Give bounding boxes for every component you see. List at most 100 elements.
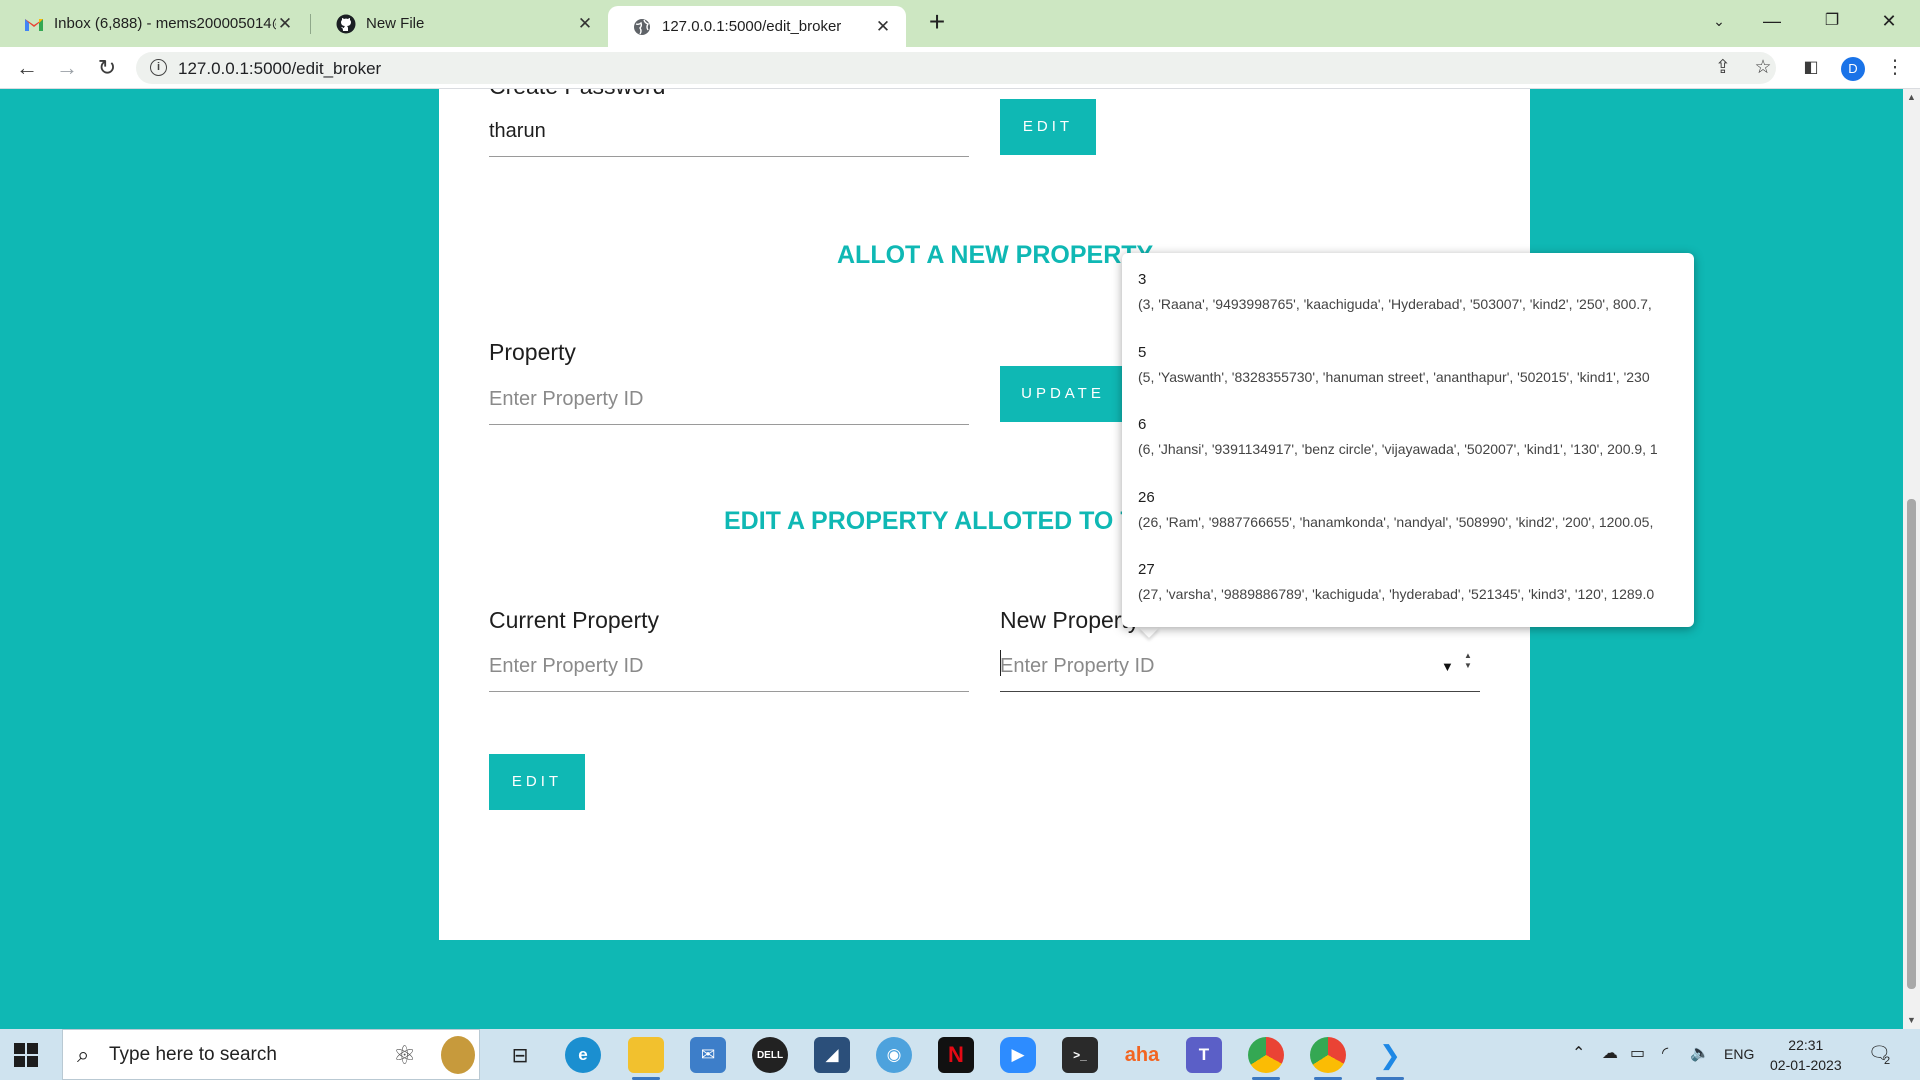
property-label: Property [489,339,576,365]
globe-icon [632,17,652,37]
new-tab-button[interactable]: + [922,8,952,38]
zoom-icon[interactable]: ▶ [1000,1037,1036,1073]
clock-time: 22:31 [1788,1037,1824,1053]
option-detail: (5, 'Yaswanth', '8328355730', 'hanuman s… [1138,369,1650,385]
number-spinner-icon[interactable]: ▲ ▼ [1462,651,1474,677]
support-assist-icon[interactable]: ◉ [876,1037,912,1073]
mail-icon[interactable]: ✉ [690,1037,726,1073]
edit-property-button[interactable]: EDIT [489,754,585,810]
tab-title: Inbox (6,888) - mems200005014@iiti.ac.in [54,15,276,32]
netflix-icon[interactable]: N [938,1037,974,1073]
vscode-icon[interactable]: ❯ [1372,1037,1408,1080]
option-detail: (6, 'Jhansi', '9391134917', 'benz circle… [1138,441,1658,457]
file-explorer-icon[interactable] [628,1037,664,1080]
datalist-option[interactable]: 27 (27, 'varsha', '9889886789', 'kachigu… [1138,557,1683,605]
site-info-icon[interactable]: i [150,59,167,76]
page-scrollbar[interactable]: ▲ ▼ [1903,89,1920,1029]
password-field[interactable]: tharun [489,107,969,157]
password-value: tharun [489,120,546,142]
current-property-input[interactable]: Enter Property ID [489,642,969,692]
teams-icon[interactable]: T [1186,1037,1222,1073]
taskbar-search-box[interactable]: ⌕ Type here to search ⚛ [62,1029,480,1080]
clock-date: 02-01-2023 [1770,1057,1842,1073]
scroll-up-arrow-icon[interactable]: ▲ [1903,89,1920,106]
browser-tab-strip: Inbox (6,888) - mems200005014@iiti.ac.in… [0,0,1920,47]
back-arrow-icon[interactable]: ← [12,53,42,83]
edge-icon[interactable]: e [565,1037,601,1073]
scroll-down-arrow-icon[interactable]: ▼ [1903,1012,1920,1029]
wifi-icon[interactable]: ◜ [1662,1043,1668,1063]
side-panel-icon[interactable]: ◧ [1800,57,1822,79]
new-property-input[interactable]: Enter Property ID [1000,642,1480,692]
search-placeholder: Type here to search [109,1044,277,1065]
menu-kebab-icon[interactable]: ⋮ [1884,57,1906,79]
option-value: 3 [1138,271,1147,288]
edit-password-button[interactable]: EDIT [1000,99,1096,155]
reload-icon[interactable]: ↻ [92,53,122,83]
scrollbar-thumb[interactable] [1907,499,1916,989]
option-value: 27 [1138,561,1155,578]
option-detail: (3, 'Raana', '9493998765', 'kaachiguda',… [1138,296,1652,312]
property-id-placeholder: Enter Property ID [489,388,644,410]
tab-github[interactable]: New File ✕ [312,6,608,41]
edit-property-heading: EDIT A PROPERTY ALLOTED TO TH [724,507,1154,535]
tab-edit-broker[interactable]: 127.0.0.1:5000/edit_broker ✕ [608,6,906,47]
onedrive-icon[interactable]: ☁ [1602,1043,1618,1063]
datalist-dropdown-arrow-icon[interactable]: ▼ [1441,659,1454,674]
tab-title: 127.0.0.1:5000/edit_broker [662,18,842,35]
url-text: 127.0.0.1:5000/edit_broker [178,59,382,78]
update-button[interactable]: UPDATE [1000,366,1126,422]
option-value: 6 [1138,416,1147,433]
gmail-icon [24,14,44,34]
mysql-workbench-icon[interactable]: ◢ [814,1037,850,1073]
tab-separator [310,14,311,34]
profile-avatar[interactable]: D [1841,57,1865,81]
option-detail: (26, 'Ram', '9887766655', 'hanamkonda', … [1138,514,1654,530]
dell-icon[interactable]: DELL [752,1037,788,1073]
current-property-label: Current Property [489,607,660,633]
volume-icon[interactable]: 🔈 [1690,1043,1710,1063]
close-tab-icon[interactable]: ✕ [874,17,892,36]
create-password-label: Create Password [489,89,665,100]
option-value: 5 [1138,344,1147,361]
chrome-profile-icon[interactable] [1310,1037,1346,1080]
close-window-button[interactable]: ✕ [1866,6,1912,36]
atom-icon: ⚛ [393,1040,417,1070]
new-property-label: New Property [1000,607,1140,633]
language-indicator[interactable]: ENG [1724,1046,1754,1062]
chrome-icon[interactable] [1248,1037,1284,1080]
taskbar-clock[interactable]: 22:31 02-01-2023 [1770,1035,1842,1075]
windows-start-icon[interactable] [14,1043,38,1067]
datalist-option[interactable]: 6 (6, 'Jhansi', '9391134917', 'benz circ… [1138,412,1683,460]
allot-property-heading: ALLOT A NEW PROPERTY [837,241,1154,269]
datalist-option[interactable]: 26 (26, 'Ram', '9887766655', 'hanamkonda… [1138,485,1683,533]
property-datalist-popup: 3 (3, 'Raana', '9493998765', 'kaachiguda… [1122,253,1694,627]
tab-gmail[interactable]: Inbox (6,888) - mems200005014@iiti.ac.in… [0,6,308,41]
tab-title: New File [366,15,425,32]
task-view-icon[interactable]: ⊟ [502,1037,538,1073]
search-highlight-illustration-icon [441,1036,475,1074]
current-property-placeholder: Enter Property ID [489,655,644,677]
option-detail: (27, 'varsha', '9889886789', 'kachiguda'… [1138,586,1655,602]
restore-button[interactable]: ❐ [1809,6,1855,36]
bookmark-star-icon[interactable]: ☆ [1752,57,1774,79]
forward-arrow-icon[interactable]: → [52,53,82,83]
datalist-option[interactable]: 5 (5, 'Yaswanth', '8328355730', 'hanuman… [1138,340,1683,388]
aha-icon[interactable]: aha [1124,1037,1160,1073]
address-bar[interactable]: i 127.0.0.1:5000/edit_broker [136,52,1776,84]
windows-taskbar: ⌕ Type here to search ⚛ ⊟ e ✉ DELL ◢ ◉ N… [0,1029,1920,1080]
minimize-button[interactable]: — [1749,6,1795,36]
property-id-input[interactable]: Enter Property ID [489,375,969,425]
browser-toolbar: ← → ↻ i 127.0.0.1:5000/edit_broker ⇪ ☆ ◧… [0,47,1920,89]
github-icon [336,14,356,34]
tray-chevron-icon[interactable]: ⌃ [1572,1043,1585,1063]
terminal-icon[interactable]: >_ [1062,1037,1098,1073]
notification-count: 2 [1884,1055,1891,1067]
share-icon[interactable]: ⇪ [1712,57,1734,79]
datalist-option[interactable]: 3 (3, 'Raana', '9493998765', 'kaachiguda… [1138,267,1683,315]
close-tab-icon[interactable]: ✕ [576,14,594,33]
close-tab-icon[interactable]: ✕ [276,14,294,33]
battery-icon[interactable]: ▭ [1630,1043,1645,1063]
option-value: 26 [1138,489,1155,506]
tab-search-chevron-icon[interactable]: ⌄ [1696,6,1742,36]
